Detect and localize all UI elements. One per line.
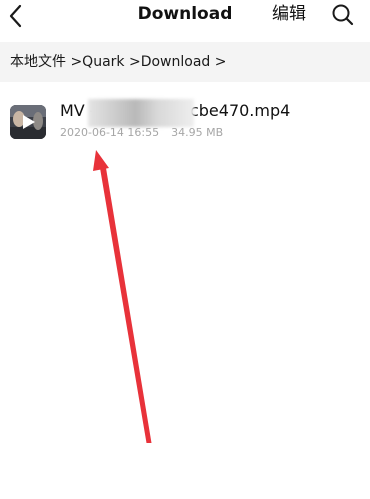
file-list-item[interactable]: MV -09cbe470.mp4 2020-06-14 16:55 34.95 M… [0, 90, 370, 150]
breadcrumb-item-quark[interactable]: >Quark [70, 54, 124, 70]
file-date: 2020-06-14 16:55 [60, 126, 160, 139]
breadcrumb-bar: 本地文件 >Quark >Download > [0, 42, 370, 82]
page-title: Download [137, 4, 233, 24]
file-size: 34.95 MB [171, 126, 224, 139]
search-button[interactable] [330, 2, 356, 28]
file-browser-screen: Download 编辑 本地文件 >Quark >Download > MV -… [0, 0, 370, 499]
breadcrumb: 本地文件 >Quark >Download > [10, 53, 227, 71]
top-bar: Download 编辑 [0, 0, 370, 34]
edit-button[interactable]: 编辑 [272, 4, 306, 24]
redacted-filename-blur [88, 99, 194, 127]
breadcrumb-trailing-separator: > [214, 54, 227, 70]
breadcrumb-item-local-files[interactable]: 本地文件 [10, 54, 66, 70]
video-thumbnail-icon [10, 105, 46, 139]
breadcrumb-item-download[interactable]: >Download [129, 54, 210, 70]
search-icon [332, 4, 354, 26]
file-meta: 2020-06-14 16:55 34.95 MB [60, 126, 223, 140]
